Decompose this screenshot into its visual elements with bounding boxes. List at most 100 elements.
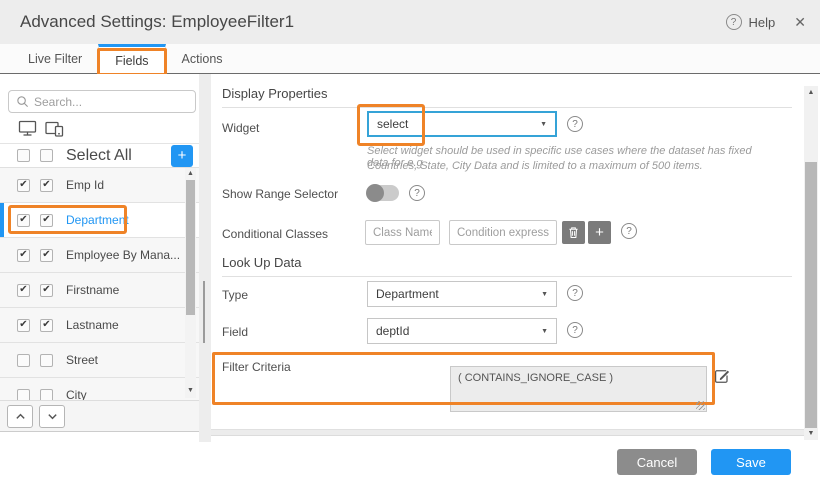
- condition-expression-input[interactable]: [449, 220, 557, 245]
- widget-select-value: select: [377, 117, 408, 131]
- dialog-footer: Cancel Save: [0, 442, 820, 489]
- move-down-button[interactable]: [39, 405, 65, 428]
- widget-select[interactable]: select ▼: [367, 111, 557, 137]
- field-label: Department: [66, 213, 129, 227]
- chevron-down-icon: ▼: [541, 328, 548, 335]
- field-label: City: [66, 388, 87, 400]
- field-label: Lastname: [66, 318, 119, 332]
- tab-fields[interactable]: Fields: [98, 44, 165, 74]
- field-row-city[interactable]: City: [0, 378, 199, 400]
- scrollbar-thumb[interactable]: [805, 162, 817, 428]
- checkbox-checked[interactable]: ✔: [17, 214, 30, 227]
- checkbox-checked[interactable]: ✔: [40, 249, 53, 262]
- scrollbar-thumb[interactable]: [186, 180, 195, 315]
- select-all-label: Select All: [66, 147, 132, 165]
- scroll-up-icon[interactable]: ▲: [808, 89, 815, 96]
- tab-label: Live Filter: [28, 52, 82, 66]
- checkbox-checked[interactable]: ✔: [17, 319, 30, 332]
- checkbox-checked[interactable]: ✔: [40, 319, 53, 332]
- properties-panel: Display Properties Widget select ▼ ? Sel…: [211, 74, 804, 442]
- select-all-row: Select All +: [0, 143, 199, 168]
- cancel-button[interactable]: Cancel: [617, 449, 697, 475]
- checkbox-checked[interactable]: ✔: [17, 179, 30, 192]
- close-icon[interactable]: ✕: [794, 14, 806, 31]
- fields-sidebar: Select All + ✔✔Emp Id✔✔Department✔✔Emplo…: [0, 74, 199, 442]
- widget-label: Widget: [222, 121, 259, 135]
- widget-help-icon[interactable]: ?: [567, 116, 583, 132]
- tab-actions[interactable]: Actions: [166, 44, 239, 73]
- type-select[interactable]: Department ▼: [367, 281, 557, 307]
- class-name-input[interactable]: [365, 220, 440, 245]
- checkbox-checked[interactable]: ✔: [40, 284, 53, 297]
- search-box[interactable]: [8, 90, 196, 113]
- field-row-employee-by-mana[interactable]: ✔ ✔ Employee By Mana...: [0, 238, 199, 273]
- dialog-header: Advanced Settings: EmployeeFilter1 ? Hel…: [0, 0, 820, 44]
- scroll-down-icon[interactable]: ▼: [808, 430, 815, 437]
- checkbox-checked[interactable]: ✔: [17, 284, 30, 297]
- field-row-department[interactable]: ✔ ✔ Department: [0, 203, 199, 238]
- filter-criteria-textarea[interactable]: ( CONTAINS_IGNORE_CASE ): [450, 366, 707, 412]
- chevron-down-icon: ▼: [540, 121, 547, 128]
- field-select[interactable]: deptId ▼: [367, 318, 557, 344]
- dialog-title: Advanced Settings: EmployeeFilter1: [20, 12, 294, 32]
- field-row-firstname[interactable]: ✔ ✔ Firstname: [0, 273, 199, 308]
- help-link[interactable]: Help: [749, 15, 776, 30]
- conditional-classes-help-icon[interactable]: ?: [621, 223, 637, 239]
- chevron-down-icon: ▼: [541, 291, 548, 298]
- field-list-scrollbar[interactable]: ▲ ▼: [185, 168, 196, 398]
- resize-grip[interactable]: [696, 401, 705, 410]
- scroll-down-icon[interactable]: ▼: [187, 387, 194, 394]
- mobile-devices-icon[interactable]: [45, 120, 64, 137]
- toggle-knob: [366, 184, 384, 202]
- range-selector-help-icon[interactable]: ?: [409, 185, 425, 201]
- save-button[interactable]: Save: [711, 449, 791, 475]
- display-properties-heading: Display Properties: [222, 86, 792, 108]
- desktop-icon[interactable]: [18, 120, 37, 137]
- type-label: Type: [222, 288, 248, 302]
- add-class-button[interactable]: +: [588, 221, 611, 244]
- checkbox-unchecked[interactable]: [40, 149, 53, 162]
- splitter-handle[interactable]: [203, 281, 205, 343]
- field-help-icon[interactable]: ?: [567, 322, 583, 338]
- checkbox-checked[interactable]: ✔: [40, 179, 53, 192]
- checkbox-unchecked[interactable]: [40, 389, 53, 401]
- checkbox-unchecked[interactable]: [17, 389, 30, 401]
- look-up-data-heading: Look Up Data: [222, 255, 792, 277]
- panel-splitter[interactable]: [199, 74, 211, 442]
- horizontal-scroll-track[interactable]: [211, 429, 804, 436]
- checkbox-checked[interactable]: ✔: [17, 249, 30, 262]
- field-label: Field: [222, 325, 248, 339]
- add-field-button[interactable]: +: [171, 145, 193, 167]
- move-up-button[interactable]: [7, 405, 33, 428]
- edit-filter-criteria-button[interactable]: [712, 367, 732, 387]
- tab-label: Fields: [115, 54, 148, 68]
- delete-class-button[interactable]: [562, 221, 585, 244]
- tab-live-filter[interactable]: Live Filter: [12, 44, 98, 73]
- show-range-selector-toggle[interactable]: [367, 185, 399, 201]
- trash-icon: [568, 226, 579, 239]
- tab-bar: Live Filter Fields Actions: [0, 44, 820, 74]
- checkbox-unchecked[interactable]: [17, 354, 30, 367]
- field-row-emp-id[interactable]: ✔✔Emp Id: [0, 168, 199, 203]
- show-range-selector-label: Show Range Selector: [222, 187, 338, 201]
- advanced-settings-dialog: Advanced Settings: EmployeeFilter1 ? Hel…: [0, 0, 820, 489]
- search-icon: [16, 95, 29, 108]
- scroll-up-icon[interactable]: ▲: [187, 170, 194, 177]
- help-icon[interactable]: ?: [726, 14, 742, 30]
- field-row-lastname[interactable]: ✔ ✔ Lastname: [0, 308, 199, 343]
- field-select-value: deptId: [376, 324, 409, 338]
- type-help-icon[interactable]: ?: [567, 285, 583, 301]
- field-order-controls: [0, 400, 199, 432]
- checkbox-checked[interactable]: ✔: [40, 214, 53, 227]
- checkbox-unchecked[interactable]: [17, 149, 30, 162]
- edit-pencil-icon: [712, 367, 731, 386]
- search-input[interactable]: [34, 95, 188, 109]
- field-label: Firstname: [66, 283, 119, 297]
- field-row-street[interactable]: Street: [0, 343, 199, 378]
- checkbox-unchecked[interactable]: [40, 354, 53, 367]
- field-label: Street: [66, 353, 98, 367]
- panel-scrollbar[interactable]: ▲ ▼: [804, 86, 818, 440]
- field-list: ✔✔Emp Id✔✔Department✔✔Employee By Mana..…: [0, 168, 199, 400]
- dialog-body: Select All + ✔✔Emp Id✔✔Department✔✔Emplo…: [0, 74, 820, 442]
- field-label: Employee By Mana...: [66, 248, 180, 262]
